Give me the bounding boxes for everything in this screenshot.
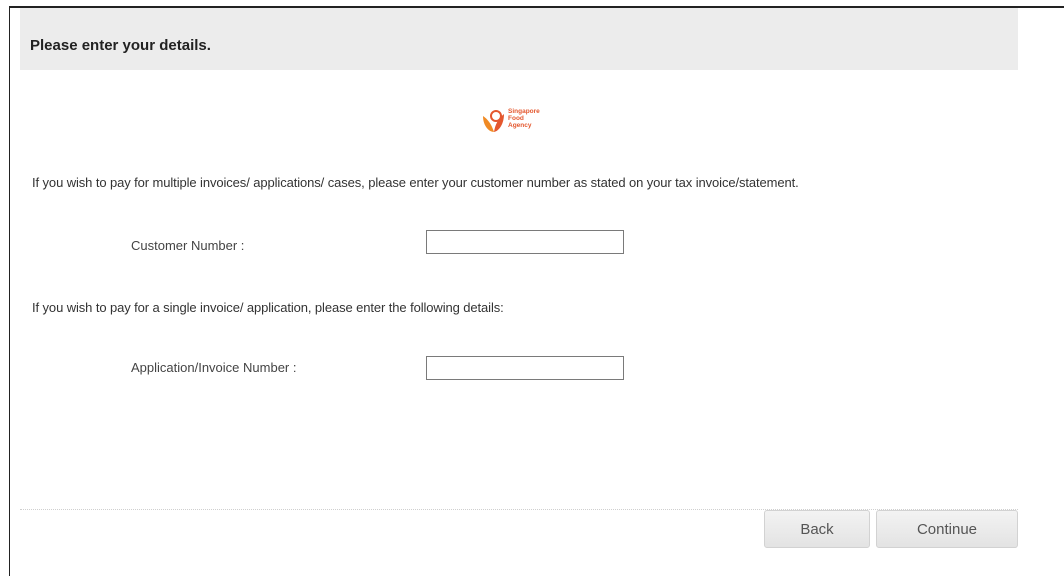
sfa-logo: Singapore Food Agency [480,106,560,140]
application-invoice-number-input[interactable] [426,356,624,380]
customer-number-input[interactable] [426,230,624,254]
header-bar: Please enter your details. [20,8,1018,70]
continue-button[interactable]: Continue [876,510,1018,548]
back-button[interactable]: Back [764,510,870,548]
application-invoice-number-label: Application/Invoice Number : [131,360,297,375]
customer-number-label: Customer Number : [131,238,245,253]
page-title: Please enter your details. [30,37,211,54]
single-invoice-instruction: If you wish to pay for a single invoice/… [32,300,504,315]
multiple-invoices-instruction: If you wish to pay for multiple invoices… [32,175,799,190]
window-frame [9,6,1064,576]
logo-text: Singapore Food Agency [508,108,540,129]
leaf-icon [483,110,504,132]
